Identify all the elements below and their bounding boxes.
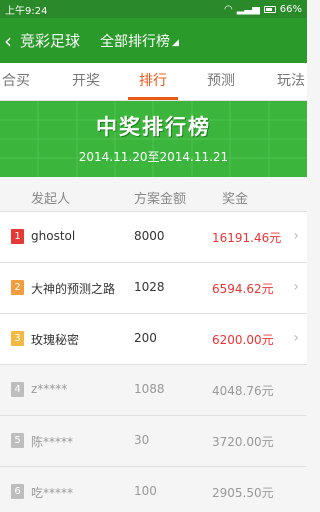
tab-kaijiang[interactable]: 开奖 (60, 63, 112, 101)
table-row[interactable]: 5 陈***** 30 3720.00元 (0, 416, 307, 467)
prize-amount: 4048.76元 (212, 384, 274, 398)
tab-wanfa[interactable]: 玩法 (270, 63, 307, 101)
app-bar: ‹ 竞彩足球 全部排行榜 ◢ (0, 18, 307, 63)
chevron-left-icon[interactable]: ‹ (0, 31, 18, 51)
initiator-name: z***** (31, 382, 68, 396)
table-row[interactable]: 3 玫瑰秘密 200 6200.00元 › (0, 314, 307, 365)
table-row[interactable]: 6 吃***** 100 2905.50元 (0, 467, 307, 512)
initiator-name: 玫瑰秘密 (31, 333, 80, 347)
tab-bar: 合买 开奖 排行 预测 玩法 (0, 63, 307, 101)
initiator-name: 大神的预测之路 (31, 282, 116, 296)
signal-icon: ▂▃▅ (236, 3, 260, 15)
back-title[interactable]: 竞彩足球 (20, 30, 80, 51)
rank-badge: 4 (11, 382, 24, 397)
banner-title: 中奖排行榜 (96, 115, 211, 139)
table-row[interactable]: 4 z***** 1088 4048.76元 (0, 365, 307, 416)
rank-badge: 6 (11, 484, 24, 499)
chevron-right-icon: › (293, 228, 299, 244)
chevron-right-icon: › (293, 279, 299, 295)
tab-paihang[interactable]: 排行 (128, 63, 178, 101)
status-bar: 上午9:24 ◠ ▂▃▅ 66% (0, 0, 307, 18)
initiator-name: 陈***** (31, 435, 74, 449)
battery-level: 66% (279, 3, 302, 15)
plan-amount: 1028 (134, 280, 165, 294)
battery-icon (263, 5, 276, 13)
prize-amount: 16191.46元 (212, 231, 282, 245)
rank-badge: 1 (11, 229, 24, 244)
plan-amount: 100 (134, 484, 157, 498)
dropdown-label: 全部排行榜 (100, 33, 171, 50)
table-row[interactable]: 2 大神的预测之路 1028 6594.62元 › (0, 263, 307, 314)
prize-amount: 3720.00元 (212, 435, 274, 449)
status-time: 上午9:24 (5, 5, 48, 17)
wifi-icon: ◠ (223, 3, 233, 15)
rank-badge: 5 (11, 433, 24, 448)
tab-yuce[interactable]: 预测 (195, 63, 247, 101)
plan-amount: 1088 (134, 382, 165, 396)
prize-amount: 6594.62元 (212, 282, 274, 296)
header-initiator: 发起人 (31, 192, 71, 207)
ranking-banner: 中奖排行榜 2014.11.20至2014.11.21 (0, 101, 307, 177)
plan-amount: 8000 (134, 229, 165, 243)
chevron-right-icon: › (293, 330, 299, 346)
initiator-name: 吃***** (31, 486, 74, 500)
plan-amount: 200 (134, 331, 157, 345)
initiator-name: ghostol (31, 229, 76, 243)
status-icons: ◠ ▂▃▅ 66% (224, 4, 302, 15)
table-row[interactable]: 1 ghostol 8000 16191.46元 › (0, 212, 307, 263)
banner-date-range: 2014.11.20至2014.11.21 (78, 150, 229, 164)
rank-badge: 3 (11, 331, 24, 346)
ranking-dropdown[interactable]: 全部排行榜 ◢ (100, 31, 179, 51)
header-amount: 方案金额 (134, 192, 187, 207)
prize-amount: 6200.00元 (212, 333, 274, 347)
caret-down-icon: ◢ (172, 37, 179, 48)
tab-hemai[interactable]: 合买 (0, 63, 36, 101)
prize-amount: 2905.50元 (212, 486, 274, 500)
header-prize: 奖金 (222, 192, 249, 207)
table-header: 发起人 方案金额 奖金 (0, 180, 307, 212)
plan-amount: 30 (134, 433, 150, 447)
rank-badge: 2 (11, 280, 24, 295)
